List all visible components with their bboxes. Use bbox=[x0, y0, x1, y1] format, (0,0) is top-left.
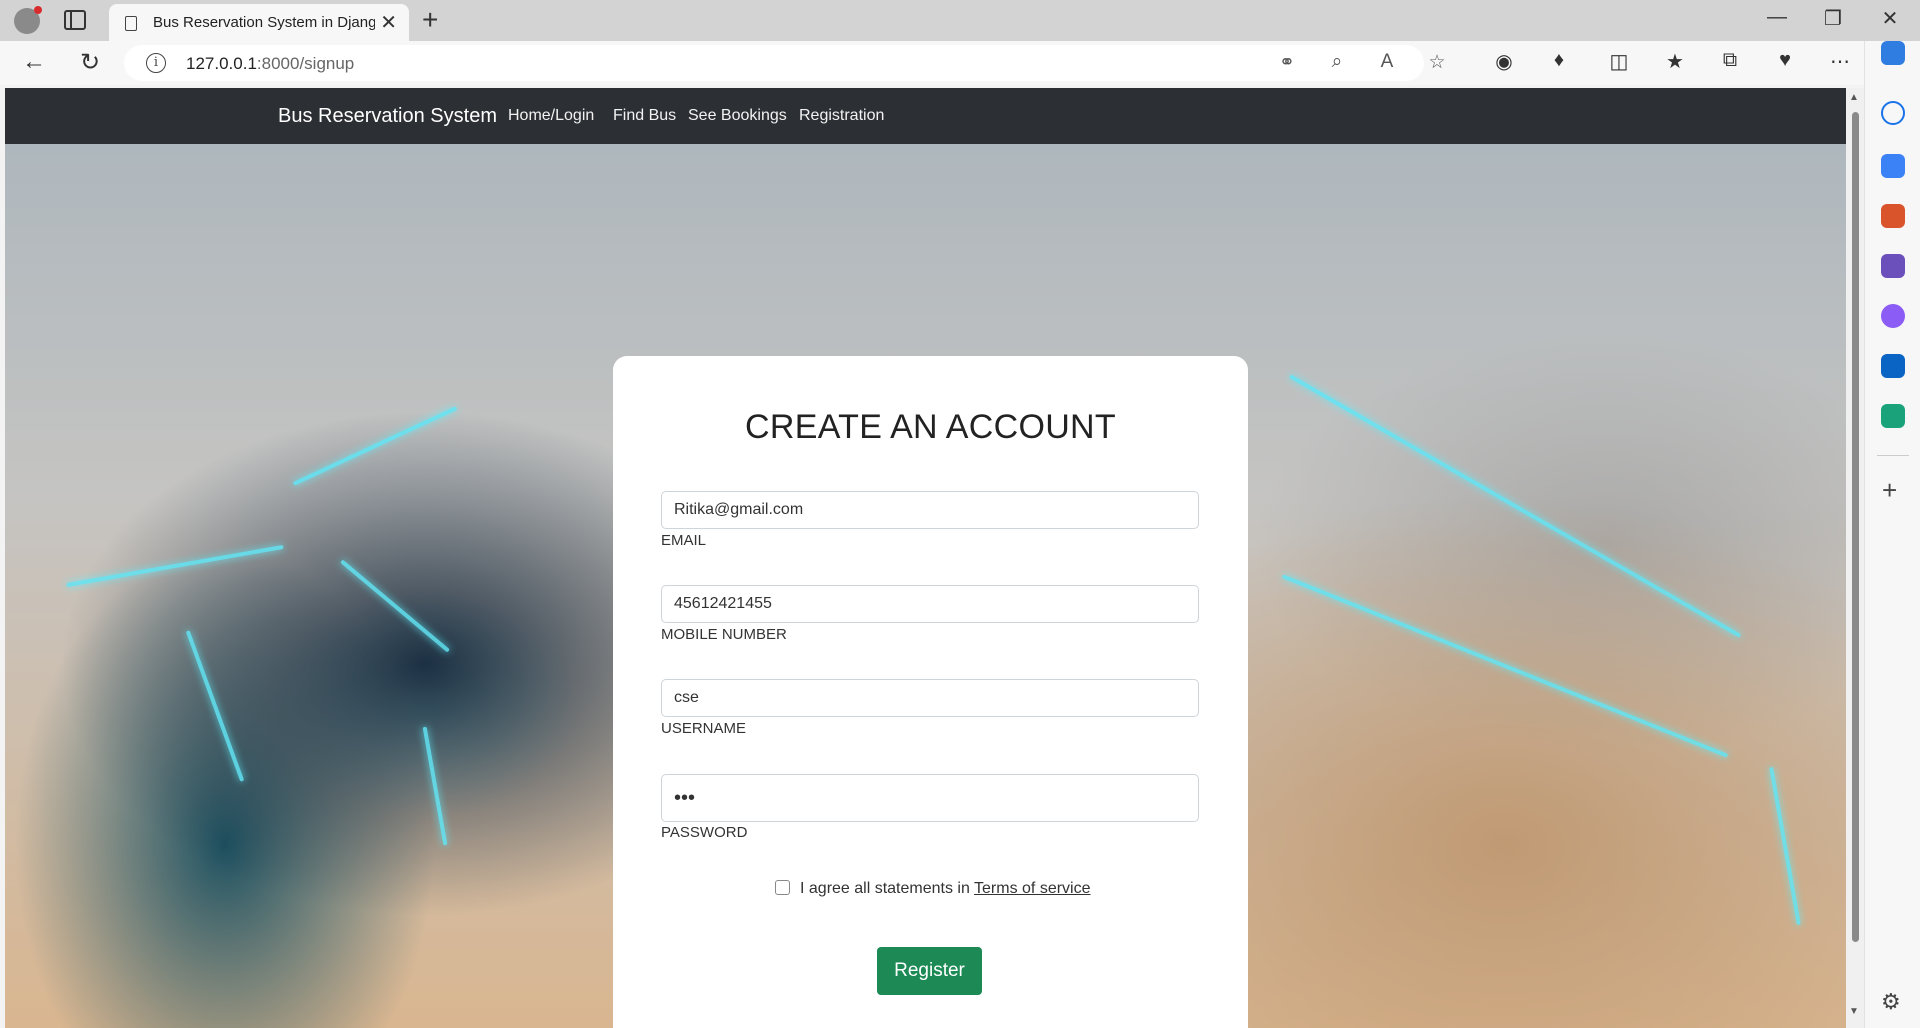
edge-sidebar: + ⚙ bbox=[1864, 41, 1920, 1028]
favorites-icon[interactable]: ★ bbox=[1660, 49, 1690, 74]
url-path: :8000/signup bbox=[256, 54, 355, 73]
browser-tabstrip: Bus Reservation System in Djang ✕ + — ❐ … bbox=[0, 0, 1920, 41]
window-close-icon[interactable]: ✕ bbox=[1870, 6, 1910, 31]
page-icon bbox=[125, 16, 137, 31]
extension-globe-icon[interactable]: ◉ bbox=[1489, 49, 1519, 74]
browser-toolbar: ← ↻ i 127.0.0.1:8000/signup ⚭ ⌕ A ☆ ◉ ♦ … bbox=[0, 41, 1920, 85]
email-label: EMAIL bbox=[661, 532, 707, 549]
restore-icon[interactable]: ❐ bbox=[1813, 6, 1853, 31]
browser-essentials-icon[interactable]: ♥ bbox=[1770, 49, 1800, 72]
sidebar-divider bbox=[1877, 455, 1909, 456]
light-streak bbox=[1281, 574, 1729, 758]
key-icon[interactable]: ⚭ bbox=[1272, 51, 1302, 74]
profile-avatar-icon[interactable] bbox=[14, 6, 42, 34]
site-navbar: Bus Reservation System Home/Login Find B… bbox=[5, 88, 1846, 144]
light-streak bbox=[292, 406, 458, 486]
password-input[interactable]: ••• bbox=[661, 774, 1199, 822]
terms-agreement: I agree all statements in Terms of servi… bbox=[775, 880, 1091, 898]
send-icon[interactable] bbox=[1881, 404, 1905, 428]
light-streak bbox=[1769, 766, 1801, 926]
address-bar[interactable]: i 127.0.0.1:8000/signup ⚭ ⌕ A ☆ bbox=[124, 45, 1446, 81]
zoom-out-icon[interactable]: ⌕ bbox=[1322, 51, 1352, 73]
site-brand[interactable]: Bus Reservation System bbox=[278, 105, 497, 128]
browser-tab-active[interactable]: Bus Reservation System in Djang ✕ bbox=[109, 4, 409, 41]
nav-link-find-bus[interactable]: Find Bus bbox=[613, 107, 676, 125]
copilot-icon[interactable] bbox=[1881, 41, 1905, 65]
terms-of-service-link[interactable]: Terms of service bbox=[974, 880, 1090, 897]
page-scrollbar[interactable]: ▲ ▼ bbox=[1846, 88, 1864, 1028]
search-icon[interactable] bbox=[1881, 101, 1905, 125]
url-host: 127.0.0.1 bbox=[186, 54, 257, 73]
nav-link-see-bookings[interactable]: See Bookings bbox=[688, 107, 787, 125]
signup-card: CREATE AN ACCOUNT Ritika@gmail.com EMAIL… bbox=[613, 356, 1248, 1028]
username-label: USERNAME bbox=[661, 720, 747, 737]
close-tab-icon[interactable]: ✕ bbox=[380, 10, 397, 35]
nav-link-registration[interactable]: Registration bbox=[799, 107, 884, 125]
nav-link-home-login[interactable]: Home/Login bbox=[508, 107, 594, 125]
username-input[interactable]: cse bbox=[661, 679, 1199, 717]
light-streak bbox=[422, 726, 448, 846]
terms-agree-text: I agree all statements in bbox=[800, 880, 975, 897]
refresh-icon[interactable]: ↻ bbox=[74, 48, 106, 77]
back-arrow-icon[interactable]: ← bbox=[18, 48, 50, 76]
games-icon[interactable] bbox=[1881, 254, 1905, 278]
office-icon[interactable] bbox=[1881, 304, 1905, 328]
password-label: PASSWORD bbox=[661, 824, 748, 841]
light-streak bbox=[340, 559, 450, 653]
email-input[interactable]: Ritika@gmail.com bbox=[661, 491, 1199, 529]
tab-title: Bus Reservation System in Djang bbox=[153, 14, 375, 31]
terms-checkbox[interactable] bbox=[775, 880, 790, 895]
collections-icon[interactable]: ⧉ bbox=[1715, 49, 1745, 72]
more-menu-icon[interactable]: ⋯ bbox=[1825, 49, 1855, 74]
info-icon[interactable]: i bbox=[146, 53, 166, 73]
puzzle-icon[interactable]: ♦ bbox=[1544, 49, 1574, 72]
url-text[interactable]: 127.0.0.1:8000/signup bbox=[186, 54, 354, 74]
split-screen-icon[interactable]: ◫ bbox=[1604, 49, 1634, 74]
minimize-icon[interactable]: — bbox=[1757, 6, 1797, 29]
scroll-up-icon[interactable]: ▲ bbox=[1849, 92, 1859, 103]
form-title: CREATE AN ACCOUNT bbox=[745, 408, 1116, 446]
light-streak bbox=[185, 630, 245, 782]
read-aloud-icon[interactable]: A bbox=[1372, 51, 1402, 73]
new-tab-icon[interactable]: + bbox=[422, 4, 438, 36]
page-viewport: Bus Reservation System Home/Login Find B… bbox=[5, 88, 1846, 1028]
gear-icon[interactable]: ⚙ bbox=[1881, 989, 1901, 1015]
tools-icon[interactable] bbox=[1881, 204, 1905, 228]
light-streak bbox=[66, 544, 284, 588]
add-sidebar-app-icon[interactable]: + bbox=[1882, 475, 1897, 506]
scroll-thumb[interactable] bbox=[1852, 112, 1859, 942]
outlook-icon[interactable] bbox=[1881, 354, 1905, 378]
shopping-tag-icon[interactable] bbox=[1881, 154, 1905, 178]
mobile-number-label: MOBILE NUMBER bbox=[661, 626, 787, 643]
mobile-number-input[interactable]: 45612421455 bbox=[661, 585, 1199, 623]
tab-actions-icon[interactable] bbox=[64, 10, 86, 30]
star-icon[interactable]: ☆ bbox=[1422, 51, 1452, 74]
scroll-down-icon[interactable]: ▼ bbox=[1849, 1006, 1859, 1017]
register-button[interactable]: Register bbox=[877, 947, 982, 995]
light-streak bbox=[1288, 374, 1742, 638]
